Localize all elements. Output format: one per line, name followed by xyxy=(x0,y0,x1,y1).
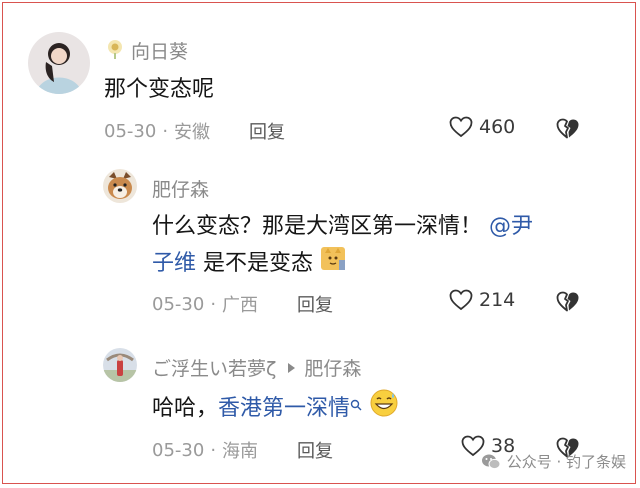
comment-text: 哈哈，香港第一深情 xyxy=(152,388,399,430)
comment-meta: 05-30 · 海南 xyxy=(152,437,258,463)
comment-location: 广西 xyxy=(222,295,259,316)
like-button[interactable]: 460 xyxy=(449,116,515,138)
cat-emoji xyxy=(320,245,346,283)
comment-date: 05-30 xyxy=(152,439,205,461)
search-icon[interactable] xyxy=(350,388,362,425)
meta-separator: · xyxy=(210,439,217,461)
search-keyword-link[interactable]: 香港第一深情 xyxy=(218,396,350,421)
comment-text: 什么变态？那是大湾区第一深情！ @尹 子维 是不是变态 xyxy=(152,208,602,283)
comment-author: ご浮生い若夢ζ 肥仔森 xyxy=(152,354,361,381)
like-count: 460 xyxy=(479,116,516,138)
comment-author[interactable]: 向日葵 xyxy=(131,37,188,64)
comment-text-part: 什么变态？那是大湾区第一深情！ xyxy=(152,214,483,239)
watermark: 公众号 · 钓了条娱 xyxy=(481,451,626,472)
broken-heart-icon xyxy=(556,291,579,312)
reply-button[interactable]: 回复 xyxy=(297,291,333,317)
comment-date: 05-30 xyxy=(152,293,205,315)
like-count: 214 xyxy=(479,289,516,311)
heart-icon xyxy=(449,289,473,311)
comment-author[interactable]: 肥仔森 xyxy=(152,175,209,202)
like-button[interactable]: 214 xyxy=(449,289,515,311)
comment-date: 05-30 xyxy=(104,120,157,142)
avatar[interactable] xyxy=(103,348,137,382)
comment-meta: 05-30 · 安徽 xyxy=(104,118,210,144)
watermark-text: 公众号 · 钓了条娱 xyxy=(506,453,626,471)
comment-text: 那个变态呢 xyxy=(104,77,215,102)
comment-text-part: 哈哈， xyxy=(152,396,219,421)
mention-link[interactable]: 子维 xyxy=(152,251,196,276)
avatar[interactable] xyxy=(103,169,137,203)
comment-text-part: 是不是变态 xyxy=(203,251,314,276)
reply-arrow-icon xyxy=(288,362,296,373)
reply-button[interactable]: 回复 xyxy=(249,118,285,144)
meta-separator: · xyxy=(210,293,217,315)
reply-button[interactable]: 回复 xyxy=(297,437,333,463)
heart-icon xyxy=(449,116,473,138)
dislike-button[interactable] xyxy=(556,118,580,144)
sunflower-badge-icon xyxy=(105,38,125,64)
dislike-button[interactable] xyxy=(556,291,580,317)
comment-meta: 05-30 · 广西 xyxy=(152,291,258,317)
grin-sweat-emoji xyxy=(369,388,399,430)
broken-heart-icon xyxy=(556,118,579,139)
comment-location: 安徽 xyxy=(174,122,211,143)
avatar[interactable] xyxy=(28,32,90,94)
meta-separator: · xyxy=(162,120,169,142)
comment-author-link[interactable]: ご浮生い若夢ζ xyxy=(152,354,276,381)
comment-location: 海南 xyxy=(222,441,259,462)
wechat-icon xyxy=(481,454,501,469)
mention-link[interactable]: @尹 xyxy=(489,214,533,239)
reply-to-author[interactable]: 肥仔森 xyxy=(304,354,361,381)
